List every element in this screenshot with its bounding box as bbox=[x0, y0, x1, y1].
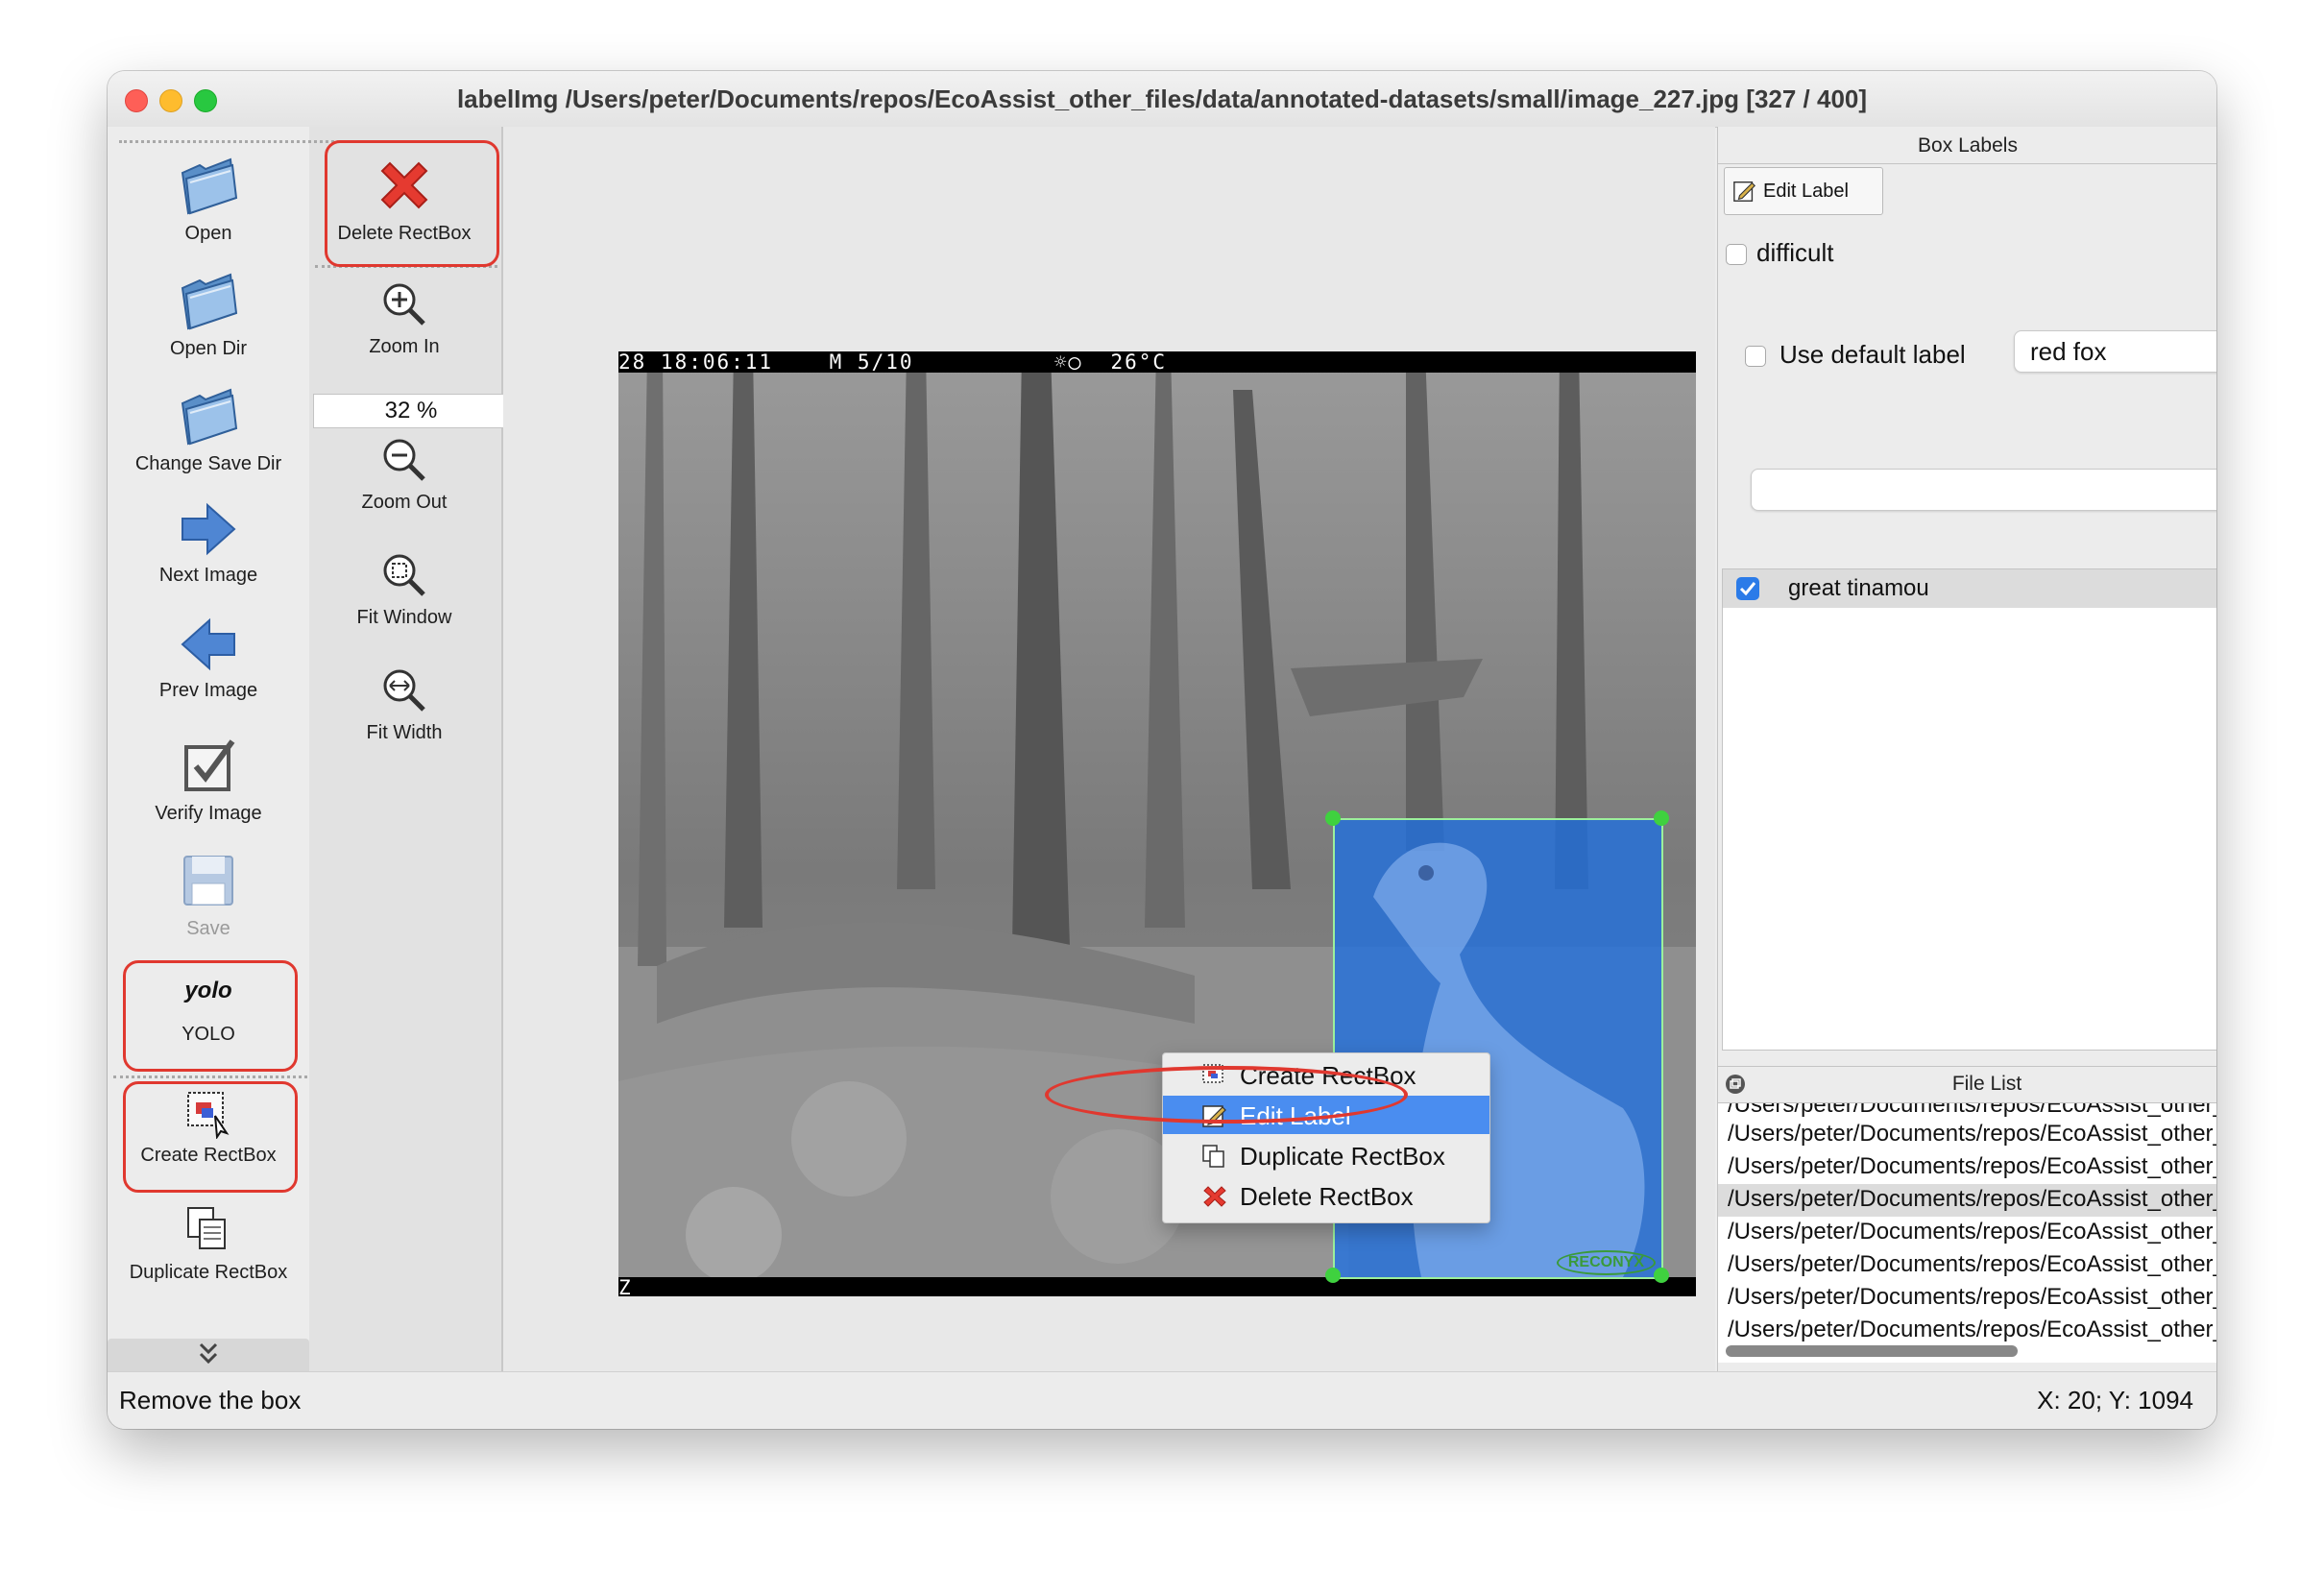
folder-open-icon bbox=[181, 388, 238, 446]
use-default-label-label: Use default label bbox=[1779, 340, 1966, 369]
fit-window-icon bbox=[383, 554, 425, 596]
image-timestamp-overlay: 28 18:06:11 M 5/10 ☼◯ 26°C bbox=[618, 351, 1696, 373]
menu-item-duplicate-rectbox[interactable]: Duplicate RectBox bbox=[1163, 1136, 1489, 1174]
file-list: /Users/peter/Documents/repos/EcoAssist_o… bbox=[1718, 1102, 2216, 1363]
box-handle-top-right[interactable] bbox=[1654, 810, 1669, 826]
verify-image-button[interactable]: Verify Image bbox=[117, 734, 300, 825]
file-list-title: File List bbox=[1951, 1073, 2022, 1095]
label-filter-select[interactable] bbox=[1751, 469, 2216, 511]
title-bar: labelImg /Users/peter/Documents/repos/Ec… bbox=[108, 71, 2216, 128]
duplicate-rectbox-button[interactable]: Duplicate RectBox bbox=[117, 1204, 300, 1284]
open-label: Open bbox=[184, 223, 232, 244]
open-dir-button[interactable]: Open Dir bbox=[117, 269, 300, 360]
zoom-in-icon bbox=[383, 283, 425, 326]
next-image-button[interactable]: Next Image bbox=[117, 499, 300, 587]
arrow-left-icon bbox=[181, 617, 235, 671]
use-default-label-checkbox[interactable] bbox=[1745, 346, 1766, 367]
zoom-out-button[interactable]: Zoom Out bbox=[313, 434, 496, 514]
change-save-dir-button[interactable]: Change Save Dir bbox=[117, 384, 300, 475]
change-save-dir-label: Change Save Dir bbox=[134, 453, 282, 474]
fit-window-label: Fit Window bbox=[356, 607, 452, 628]
prev-image-label: Prev Image bbox=[158, 680, 258, 701]
yolo-highlight-ring bbox=[123, 960, 298, 1072]
undock-icon[interactable] bbox=[1724, 1073, 1747, 1096]
menu-item-label: Duplicate RectBox bbox=[1240, 1142, 1445, 1171]
box-handle-bottom-left[interactable] bbox=[1325, 1268, 1341, 1283]
floppy-disk-icon bbox=[183, 856, 233, 906]
toolbar-separator bbox=[113, 1076, 307, 1078]
label-checkbox[interactable] bbox=[1736, 577, 1759, 600]
status-bar: Remove the box X: 20; Y: 1094 bbox=[108, 1371, 2216, 1429]
delete-x-icon bbox=[1203, 1186, 1226, 1207]
next-image-label: Next Image bbox=[158, 565, 258, 586]
create-rectbox-highlight-ring bbox=[123, 1081, 298, 1193]
file-row[interactable]: /Users/peter/Documents/repos/EcoAssist_o… bbox=[1728, 1251, 2216, 1278]
maximize-window-button[interactable] bbox=[194, 89, 217, 112]
file-list-header: File List bbox=[1718, 1066, 2216, 1101]
open-dir-label: Open Dir bbox=[169, 338, 248, 359]
box-handle-top-left[interactable] bbox=[1325, 810, 1341, 826]
close-window-button[interactable] bbox=[125, 89, 148, 112]
file-row[interactable]: /Users/peter/Documents/repos/EcoAssist_o… bbox=[1728, 1317, 2216, 1343]
minimize-window-button[interactable] bbox=[159, 89, 182, 112]
dock-title-divider bbox=[1718, 163, 2216, 164]
difficult-checkbox[interactable] bbox=[1726, 244, 1747, 265]
duplicate-icon bbox=[1202, 1145, 1224, 1168]
difficult-label: difficult bbox=[1756, 238, 1834, 267]
zoom-out-label: Zoom Out bbox=[361, 492, 448, 513]
menu-item-delete-rectbox[interactable]: Delete RectBox bbox=[1163, 1176, 1489, 1215]
open-button[interactable]: Open bbox=[117, 154, 300, 245]
chevron-double-down-icon bbox=[199, 1342, 218, 1365]
file-row[interactable]: /Users/peter/Documents/repos/EcoAssist_o… bbox=[1728, 1121, 2216, 1148]
folder-open-icon bbox=[181, 273, 238, 330]
status-message: Remove the box bbox=[119, 1386, 302, 1414]
duplicate-icon bbox=[187, 1207, 226, 1249]
menu-item-label: Delete RectBox bbox=[1240, 1182, 1414, 1211]
edit-label-highlight-ring bbox=[1045, 1066, 1408, 1124]
zoom-in-button[interactable]: Zoom In bbox=[313, 278, 496, 358]
horizontal-scrollbar[interactable] bbox=[1726, 1345, 2018, 1357]
box-handle-bottom-right[interactable] bbox=[1654, 1268, 1669, 1283]
verify-image-label: Verify Image bbox=[155, 803, 262, 824]
edit-label-button[interactable]: Edit Label bbox=[1724, 167, 1883, 215]
save-button[interactable]: Save bbox=[117, 849, 300, 940]
prev-image-button[interactable]: Prev Image bbox=[117, 615, 300, 702]
file-row-selected[interactable]: /Users/peter/Documents/repos/EcoAssist_o… bbox=[1728, 1186, 2216, 1213]
app-window: labelImg /Users/peter/Documents/repos/Ec… bbox=[108, 71, 2216, 1429]
edit-label-button-text: Edit Label bbox=[1763, 181, 1849, 202]
file-row[interactable]: /Users/peter/Documents/repos/EcoAssist_o… bbox=[1728, 1219, 2216, 1245]
list-item[interactable]: great tinamou bbox=[1723, 569, 2216, 608]
window-title: labelImg /Users/peter/Documents/repos/Ec… bbox=[456, 85, 1868, 113]
label-list: great tinamou bbox=[1722, 568, 2216, 1051]
toolbar-overflow-button[interactable] bbox=[108, 1339, 309, 1371]
zoom-out-icon bbox=[383, 439, 425, 481]
file-row[interactable]: /Users/peter/Documents/repos/EcoAssist_o… bbox=[1728, 1284, 2216, 1311]
delete-rectbox-highlight-ring bbox=[325, 140, 499, 267]
arrow-right-icon bbox=[182, 502, 236, 556]
save-label: Save bbox=[186, 918, 230, 939]
file-row[interactable]: /Users/peter/Documents/repos/EcoAssist_o… bbox=[1728, 1153, 2216, 1180]
box-labels-title: Box Labels bbox=[1918, 134, 2018, 157]
default-label-value: red fox bbox=[2030, 337, 2107, 366]
duplicate-rectbox-label: Duplicate RectBox bbox=[129, 1262, 288, 1283]
edit-pencil-icon bbox=[1733, 181, 1756, 202]
checkmark-icon bbox=[1739, 582, 1756, 596]
fit-width-icon bbox=[383, 669, 425, 712]
checkbox-check-icon bbox=[184, 739, 235, 791]
reconyx-watermark: RECONYX bbox=[1556, 1250, 1656, 1275]
zoom-in-label: Zoom In bbox=[369, 336, 440, 357]
cursor-coordinates: X: 20; Y: 1094 bbox=[2037, 1386, 2193, 1414]
fit-width-label: Fit Width bbox=[366, 722, 443, 743]
image-bottom-overlay: Z bbox=[618, 1277, 1696, 1296]
label-name: great tinamou bbox=[1788, 575, 1929, 601]
right-dock: Box Labels Edit Label difficult Use defa… bbox=[1717, 127, 2216, 1371]
zoom-percent-field[interactable]: 32 % bbox=[313, 394, 509, 428]
fit-width-button[interactable]: Fit Width bbox=[313, 665, 496, 744]
default-label-select[interactable]: red fox bbox=[2014, 330, 2216, 373]
camera-trap-image[interactable]: 28 18:06:11 M 5/10 ☼◯ 26°C Z RECONYX bbox=[618, 351, 1696, 1296]
file-row[interactable]: /Users/peter/Documents/repos/EcoAssist_o… bbox=[1728, 1103, 2216, 1119]
folder-open-icon bbox=[181, 157, 238, 215]
fit-window-button[interactable]: Fit Window bbox=[313, 549, 496, 629]
